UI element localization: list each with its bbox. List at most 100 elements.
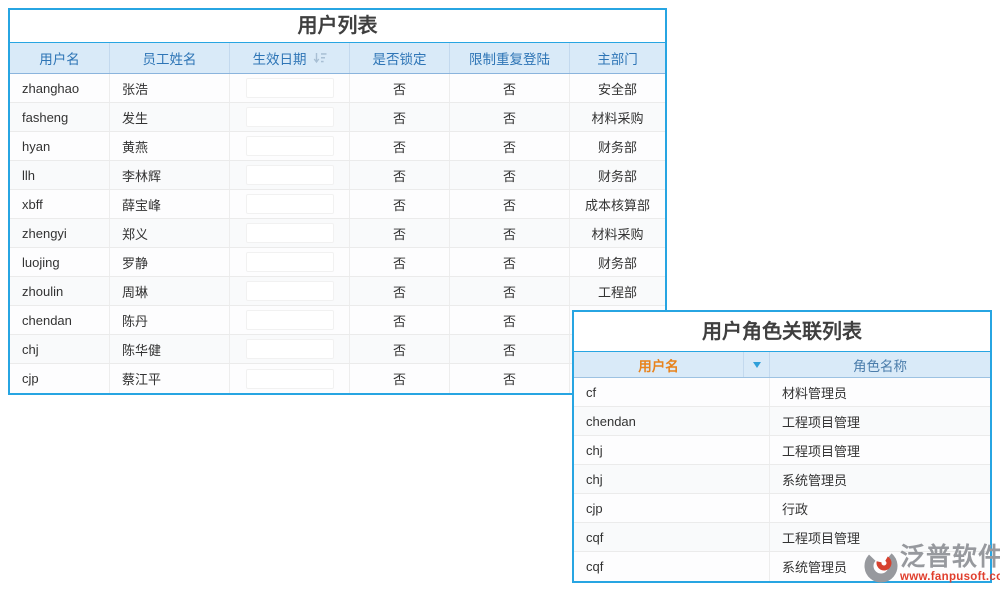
effective-date-input[interactable] (246, 223, 334, 243)
employee-name-cell: 蔡江平 (110, 364, 230, 393)
locked-cell: 否 (350, 190, 450, 218)
department-cell: 财务部 (570, 161, 665, 189)
effective-date-input[interactable] (246, 194, 334, 214)
effective-date-input[interactable] (246, 136, 334, 156)
effective-date-input[interactable] (246, 78, 334, 98)
username-filter-dropdown[interactable] (744, 352, 770, 377)
restrict-login-cell: 否 (450, 103, 570, 131)
employee-name-cell: 陈丹 (110, 306, 230, 334)
effective-date-input[interactable] (246, 107, 334, 127)
department-cell: 工程部 (570, 277, 665, 305)
restrict-login-cell: 否 (450, 306, 570, 334)
effective-date-input[interactable] (246, 165, 334, 185)
username-cell: cjp (10, 364, 110, 393)
username-cell: zhoulin (10, 277, 110, 305)
department-cell: 财务部 (570, 248, 665, 276)
role-name-cell: 工程项目管理 (770, 407, 990, 435)
department-cell: 安全部 (570, 74, 665, 102)
table-row: xbff 薛宝峰 否 否 成本核算部 (10, 190, 665, 219)
locked-cell: 否 (350, 364, 450, 393)
chevron-down-icon (753, 362, 761, 368)
username-cell: zhanghao (10, 74, 110, 102)
role-username-cell: cjp (574, 494, 770, 522)
sort-descending-icon[interactable] (313, 52, 327, 64)
locked-cell: 否 (350, 103, 450, 131)
effective-date-input[interactable] (246, 281, 334, 301)
fanpu-watermark: 泛普软件 www.fanpusoft.com (864, 543, 1000, 590)
username-cell: llh (10, 161, 110, 189)
restrict-login-cell: 否 (450, 277, 570, 305)
table-row: cjp 蔡江平 否 否 (10, 364, 665, 393)
table-row: hyan 黄燕 否 否 财务部 (10, 132, 665, 161)
employee-name-cell: 陈华健 (110, 335, 230, 363)
user-list-body: zhanghao 张浩 否 否 安全部 fasheng 发生 否 否 材料采购 … (10, 74, 665, 393)
effective-date-cell (230, 306, 350, 334)
role-table-header-row: 用户名 角色名称 (574, 352, 990, 378)
employee-name-cell: 薛宝峰 (110, 190, 230, 218)
table-row: zhengyi 郑义 否 否 材料采购 (10, 219, 665, 248)
restrict-login-cell: 否 (450, 219, 570, 247)
role-name-cell: 材料管理员 (770, 378, 990, 406)
effective-date-cell (230, 248, 350, 276)
username-cell: chj (10, 335, 110, 363)
department-cell: 材料采购 (570, 219, 665, 247)
employee-name-cell: 周琳 (110, 277, 230, 305)
watermark-url: www.fanpusoft.com (900, 571, 1000, 583)
effective-date-cell (230, 161, 350, 189)
table-row: zhanghao 张浩 否 否 安全部 (10, 74, 665, 103)
watermark-brand: 泛普软件 (900, 543, 1000, 571)
header-role-username[interactable]: 用户名 (574, 352, 744, 377)
header-employee-name: 员工姓名 (110, 43, 230, 73)
employee-name-cell: 黄燕 (110, 132, 230, 160)
username-cell: luojing (10, 248, 110, 276)
table-row: chendan 陈丹 否 否 (10, 306, 665, 335)
restrict-login-cell: 否 (450, 248, 570, 276)
role-name-cell: 工程项目管理 (770, 436, 990, 464)
department-cell: 成本核算部 (570, 190, 665, 218)
header-restrict-login: 限制重复登陆 (450, 43, 570, 73)
effective-date-cell (230, 103, 350, 131)
user-list-header-row: 用户名 员工姓名 生效日期 是否锁定 限制重复登陆 主部门 (10, 43, 665, 74)
header-effective-date-label: 生效日期 (253, 48, 307, 68)
header-effective-date[interactable]: 生效日期 (230, 43, 350, 73)
table-row: chendan 工程项目管理 (574, 407, 990, 436)
table-row: cjp 行政 (574, 494, 990, 523)
header-department: 主部门 (570, 43, 665, 73)
effective-date-input[interactable] (246, 310, 334, 330)
username-cell: xbff (10, 190, 110, 218)
user-list-title: 用户列表 (10, 10, 665, 43)
table-row: chj 工程项目管理 (574, 436, 990, 465)
restrict-login-cell: 否 (450, 74, 570, 102)
role-table-title: 用户角色关联列表 (574, 312, 990, 352)
role-username-cell: cf (574, 378, 770, 406)
department-cell: 材料采购 (570, 103, 665, 131)
role-username-cell: chendan (574, 407, 770, 435)
restrict-login-cell: 否 (450, 335, 570, 363)
effective-date-cell (230, 74, 350, 102)
username-cell: hyan (10, 132, 110, 160)
role-name-cell: 行政 (770, 494, 990, 522)
table-row: chj 陈华健 否 否 (10, 335, 665, 364)
header-role-name: 角色名称 (770, 352, 990, 377)
effective-date-input[interactable] (246, 369, 334, 389)
restrict-login-cell: 否 (450, 190, 570, 218)
locked-cell: 否 (350, 277, 450, 305)
effective-date-input[interactable] (246, 252, 334, 272)
effective-date-cell (230, 364, 350, 393)
department-cell: 财务部 (570, 132, 665, 160)
employee-name-cell: 发生 (110, 103, 230, 131)
role-username-cell: cqf (574, 552, 770, 581)
fanpu-logo-icon (864, 543, 898, 590)
role-username-cell: cqf (574, 523, 770, 551)
restrict-login-cell: 否 (450, 161, 570, 189)
table-row: cf 材料管理员 (574, 378, 990, 407)
restrict-login-cell: 否 (450, 132, 570, 160)
restrict-login-cell: 否 (450, 364, 570, 393)
table-row: chj 系统管理员 (574, 465, 990, 494)
table-row: llh 李林辉 否 否 财务部 (10, 161, 665, 190)
employee-name-cell: 罗静 (110, 248, 230, 276)
table-row: zhoulin 周琳 否 否 工程部 (10, 277, 665, 306)
locked-cell: 否 (350, 132, 450, 160)
role-name-cell: 系统管理员 (770, 465, 990, 493)
effective-date-input[interactable] (246, 339, 334, 359)
